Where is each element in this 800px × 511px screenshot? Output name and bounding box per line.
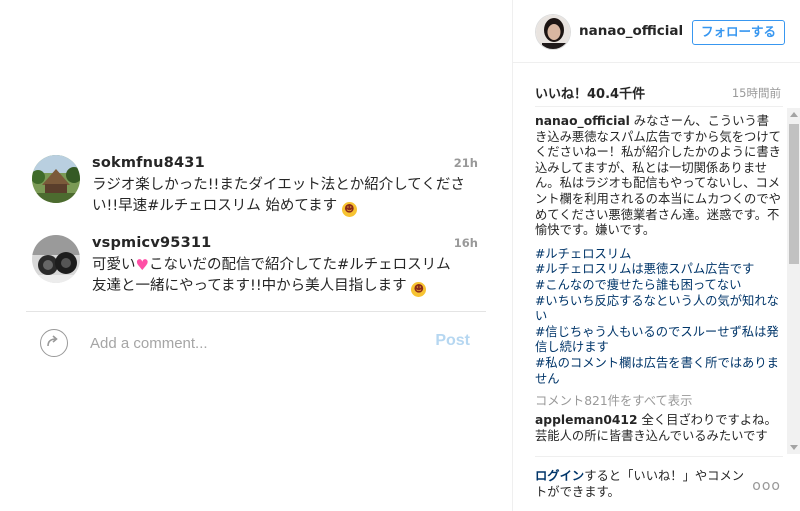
comment-input[interactable]	[90, 330, 410, 356]
comment-text: ラジオ楽しかった!!またダイエット法とか紹介してください!!早速#ルチェロスリム…	[92, 175, 482, 217]
caption-hashtag[interactable]: #ルチェロスリムは悪徳スパム広告です	[535, 262, 781, 278]
heart-emoji-icon: ♥	[135, 256, 149, 274]
scrollbar-thumb[interactable]	[789, 124, 799, 264]
sub-comment-username[interactable]: appleman0412	[535, 413, 638, 427]
comment-text-part: 友達と一緒にやってます!!中から美人目指します	[92, 278, 407, 294]
add-comment-bar: Post	[26, 321, 486, 367]
post-time: 15時間前	[731, 86, 781, 100]
comment-text-part: こないだの配信で紹介してた	[148, 257, 338, 273]
post-details-panel: nanao_official フォローする いいね！40.4千件 15時間前 n…	[512, 0, 800, 511]
more-options-icon[interactable]: ooo	[752, 478, 781, 494]
sub-comment: appleman0412 全く目ざわりですよね。芸能人の所に皆書き込んでいるみた…	[535, 413, 781, 444]
comment-text: 可愛い♥こないだの配信で紹介してた#ルチェロスリム友達と一緒にやってます!!中か…	[92, 255, 482, 297]
caption-hashtag[interactable]: #ルチェロスリム	[535, 247, 781, 263]
likes-count[interactable]: いいね！40.4千件	[535, 83, 645, 102]
caption-hashtag[interactable]: #信じちゃう人もいるのでスルーせず私は発信し続けます	[535, 325, 781, 356]
owner-avatar[interactable]	[535, 14, 571, 50]
comment-item: sokmfnu8431 21h ラジオ楽しかった!!またダイエット法とか紹介して…	[32, 155, 482, 217]
comment-time: 16h	[453, 236, 478, 250]
comment-text-part: 可愛い	[92, 257, 136, 273]
scroll-up-arrow-icon[interactable]	[790, 112, 798, 117]
hashtag-link[interactable]: #ルチェロスリム	[147, 198, 261, 214]
comment-text-part: 始めてます	[260, 198, 338, 214]
comment-username[interactable]: vspmicv95311	[92, 235, 211, 251]
view-all-comments-link[interactable]: コメント821件をすべて表示	[535, 391, 781, 409]
caption-hashtag[interactable]: #私のコメント欄は広告を書く所ではありません	[535, 356, 781, 387]
caption-text: みなさーん、こういう書き込み悪徳なスパム広告ですから気をつけてくださいねー！私が…	[535, 114, 781, 238]
follow-button[interactable]: フォローする	[691, 20, 785, 45]
comment-divider	[26, 311, 486, 312]
caption-scroll-area[interactable]: nanao_official みなさーん、こういう書き込み悪徳なスパム広告ですか…	[535, 114, 781, 452]
laughing-emoji-icon: ☻	[341, 202, 357, 217]
laughing-emoji-icon: ☻	[411, 282, 427, 297]
caption-hashtag[interactable]: #こんなので痩せたら誰も困ってない	[535, 278, 781, 294]
scrollbar[interactable]	[787, 108, 800, 454]
commenter-avatar[interactable]	[32, 155, 80, 203]
owner-username[interactable]: nanao_official	[579, 23, 683, 39]
hashtag-link[interactable]: #ルチェロスリム	[337, 257, 451, 273]
login-link[interactable]: ログイン	[535, 469, 584, 483]
commenter-avatar[interactable]	[32, 235, 80, 283]
caption-username[interactable]: nanao_official	[535, 114, 630, 128]
comment-item: vspmicv95311 16h 可愛い♥こないだの配信で紹介してた#ルチェロス…	[32, 235, 482, 297]
likes-divider	[535, 106, 783, 107]
reply-arrow-icon[interactable]	[40, 329, 68, 357]
login-prompt: ログインすると「いいね！」やコメントができます。	[535, 468, 755, 500]
post-header: nanao_official フォローする	[513, 0, 800, 63]
comment-username[interactable]: sokmfnu8431	[92, 155, 205, 171]
footer-divider	[535, 456, 783, 457]
scroll-down-arrow-icon[interactable]	[790, 445, 798, 450]
caption-hashtag[interactable]: #いちいち反応するなという人の気が知れない	[535, 294, 781, 325]
caption: nanao_official みなさーん、こういう書き込み悪徳なスパム広告ですか…	[535, 114, 781, 387]
comment-time: 21h	[453, 156, 478, 170]
comments-panel: sokmfnu8431 21h ラジオ楽しかった!!またダイエット法とか紹介して…	[0, 0, 512, 511]
post-button[interactable]: Post	[435, 332, 470, 350]
